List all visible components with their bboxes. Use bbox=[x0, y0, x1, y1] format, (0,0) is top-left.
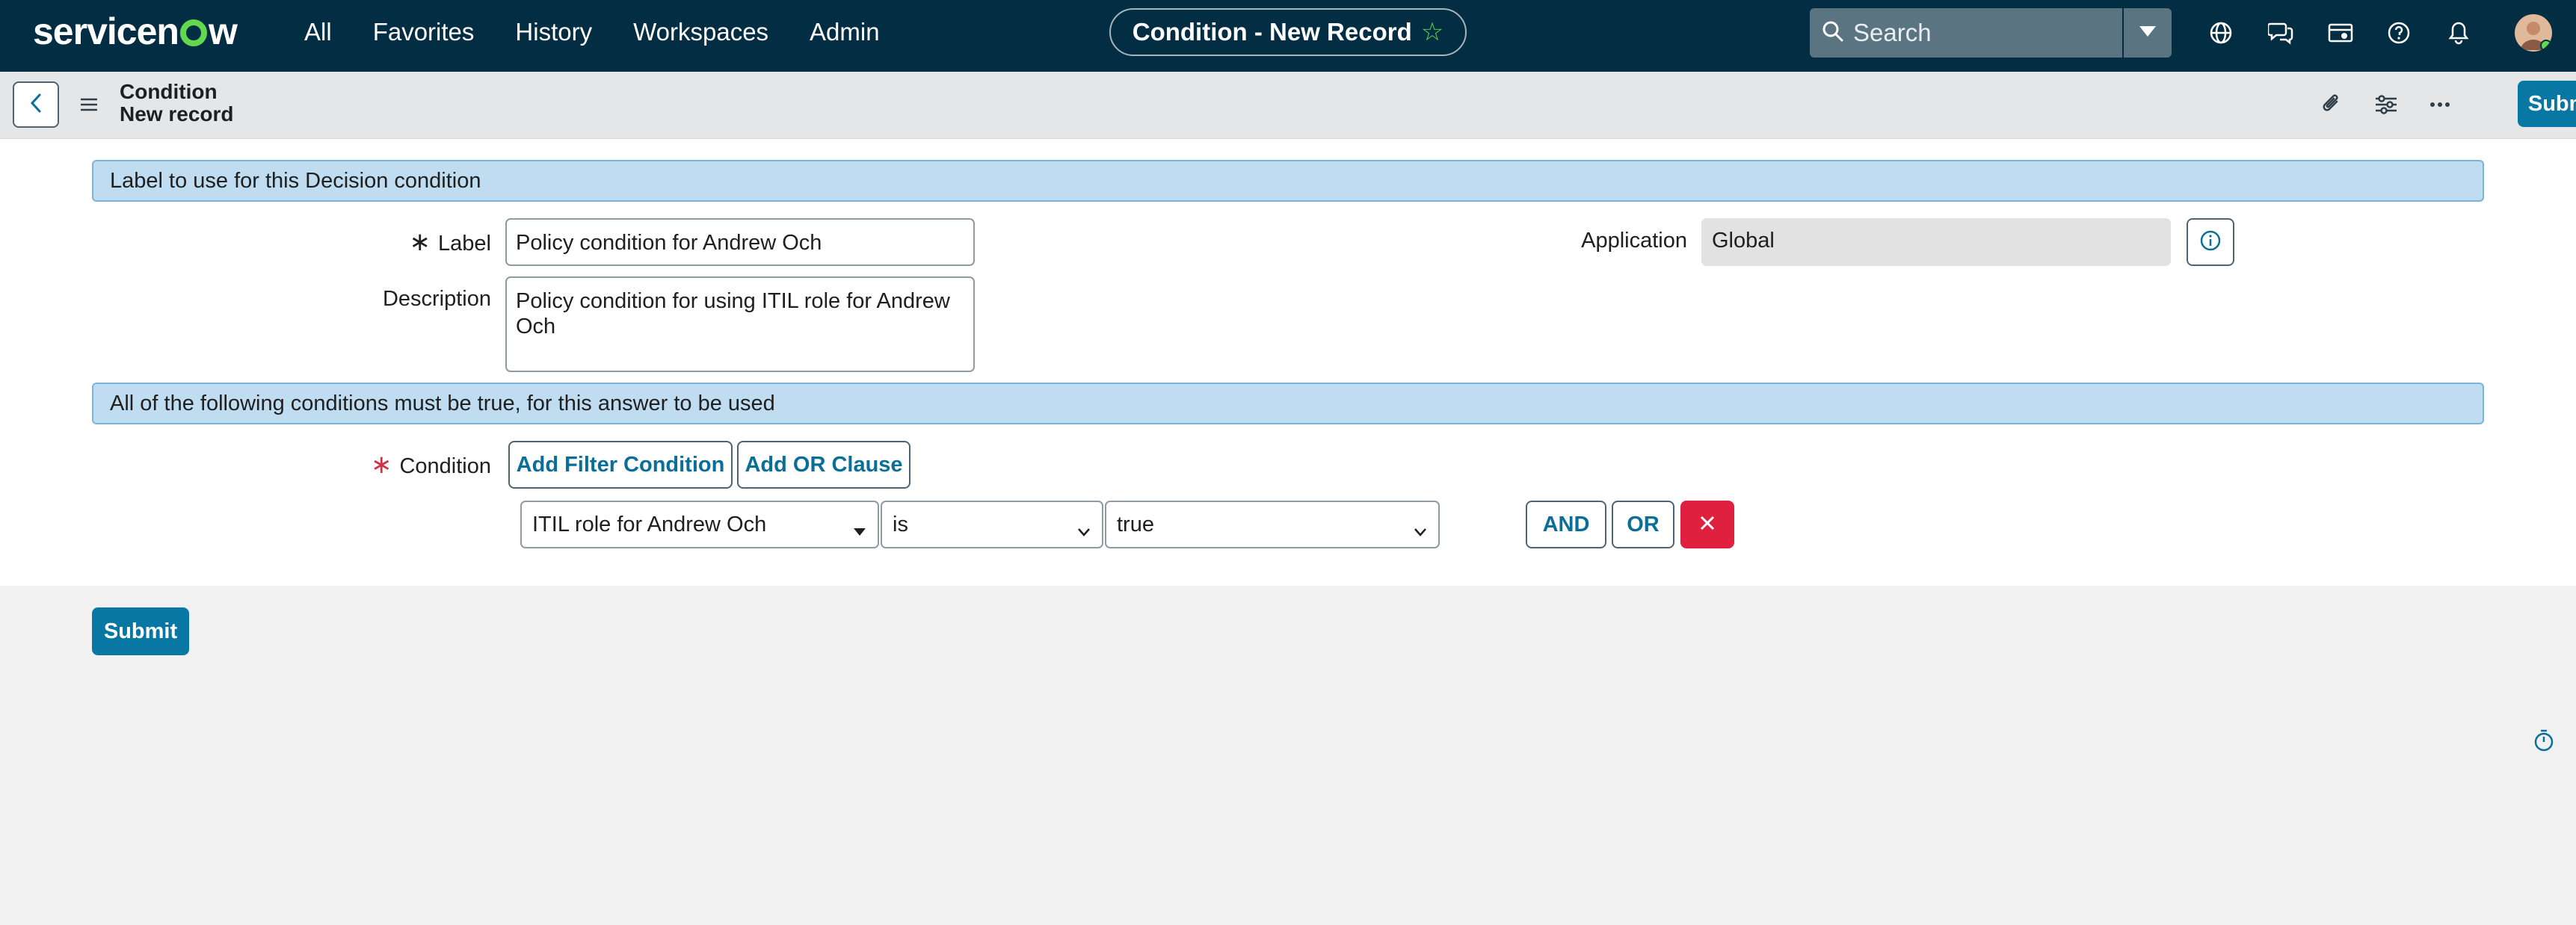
or-condition-button[interactable]: OR bbox=[1612, 501, 1674, 548]
record-title: Condition - New Record bbox=[1132, 18, 1412, 46]
condition-field-label: ∗ Condition bbox=[370, 451, 491, 479]
search-icon bbox=[1822, 20, 1844, 46]
submit-button-bottom[interactable]: Submit bbox=[92, 607, 189, 655]
more-options-icon[interactable] bbox=[2424, 88, 2456, 121]
description-textarea[interactable]: Policy condition for using ITIL role for… bbox=[505, 276, 975, 372]
application-info-button[interactable] bbox=[2187, 218, 2234, 266]
sliders-icon[interactable] bbox=[2370, 88, 2403, 121]
form-header: Condition New record Submit bbox=[0, 72, 2576, 139]
mandatory-icon: ∗ bbox=[370, 451, 392, 479]
top-navigation: servicen w All Favorites History Workspac… bbox=[0, 0, 2576, 72]
and-condition-button[interactable]: AND bbox=[1526, 501, 1606, 548]
delete-condition-button[interactable] bbox=[1680, 501, 1734, 548]
star-icon[interactable]: ☆ bbox=[1421, 17, 1443, 47]
caret-down-icon bbox=[852, 519, 867, 543]
mandatory-icon: ∗ bbox=[409, 228, 431, 256]
help-icon[interactable] bbox=[2382, 16, 2415, 49]
chevron-down-icon bbox=[1413, 519, 1428, 543]
nav-workspaces[interactable]: Workspaces bbox=[633, 18, 768, 46]
chat-icon[interactable] bbox=[2264, 16, 2297, 49]
global-search[interactable] bbox=[1810, 8, 2122, 58]
nav-all[interactable]: All bbox=[304, 18, 332, 46]
condition-field-select[interactable]: ITIL role for Andrew Och bbox=[520, 501, 879, 548]
condition-operator-value: is bbox=[893, 512, 908, 536]
nav-history[interactable]: History bbox=[515, 18, 592, 46]
label-field-label: ∗ Label bbox=[409, 228, 491, 256]
info-icon bbox=[2199, 229, 2222, 256]
condition-operator-select[interactable]: is bbox=[881, 501, 1103, 548]
application-field-label: Application bbox=[1581, 229, 1687, 253]
close-icon bbox=[1699, 515, 1716, 535]
back-button[interactable] bbox=[13, 81, 59, 128]
user-avatar[interactable] bbox=[2515, 14, 2552, 52]
online-status-icon bbox=[2540, 40, 2552, 52]
hamburger-menu-icon[interactable] bbox=[78, 94, 100, 115]
condition-field-value: ITIL role for Andrew Och bbox=[532, 512, 767, 536]
nav-links: All Favorites History Workspaces Admin bbox=[304, 0, 921, 64]
timer-icon[interactable] bbox=[2531, 728, 2557, 753]
paperclip-icon[interactable] bbox=[2315, 88, 2348, 121]
bell-icon[interactable] bbox=[2442, 16, 2475, 49]
globe-icon[interactable] bbox=[2204, 16, 2237, 49]
add-filter-condition-button[interactable]: Add Filter Condition bbox=[508, 441, 733, 489]
chevron-left-icon bbox=[28, 93, 43, 117]
form-record-state: New record bbox=[120, 102, 234, 126]
submit-button-header[interactable]: Submit bbox=[2518, 81, 2576, 127]
condition-value-select[interactable]: true bbox=[1105, 501, 1440, 548]
caret-down-icon bbox=[2139, 25, 2156, 40]
card-icon[interactable] bbox=[2324, 16, 2357, 49]
nav-favorites[interactable]: Favorites bbox=[373, 18, 475, 46]
record-title-pill[interactable]: Condition - New Record ☆ bbox=[1109, 8, 1467, 56]
form-body: Label to use for this Decision condition… bbox=[0, 139, 2576, 586]
section-header-label: Label to use for this Decision condition bbox=[92, 160, 2484, 202]
servicenow-logo[interactable]: servicen w bbox=[33, 9, 238, 54]
section-header-conditions: All of the following conditions must be … bbox=[92, 383, 2484, 424]
add-or-clause-button[interactable]: Add OR Clause bbox=[737, 441, 910, 489]
search-input[interactable] bbox=[1853, 19, 2107, 47]
form-table-name: Condition bbox=[120, 80, 218, 103]
application-value: Global bbox=[1701, 218, 2171, 266]
condition-value-value: true bbox=[1117, 512, 1154, 536]
nav-admin[interactable]: Admin bbox=[810, 18, 880, 46]
description-field-label: Description bbox=[382, 287, 491, 311]
search-scope-dropdown[interactable] bbox=[2124, 8, 2172, 58]
chevron-down-icon bbox=[1076, 519, 1091, 543]
label-input[interactable]: Policy condition for Andrew Och bbox=[505, 218, 975, 266]
